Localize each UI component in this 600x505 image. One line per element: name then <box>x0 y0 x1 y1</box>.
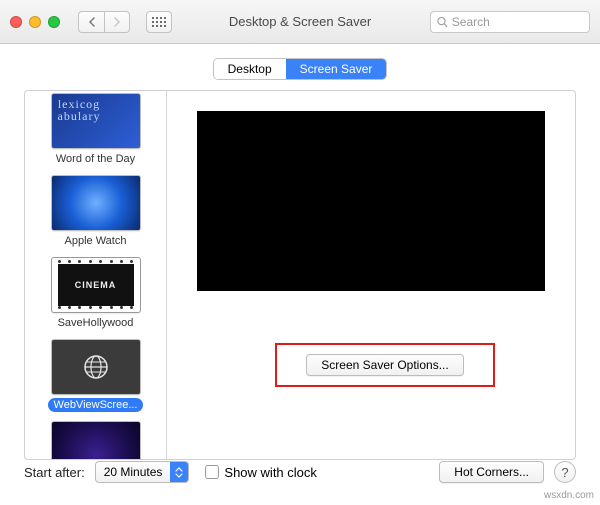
list-item-label: WebViewScree... <box>48 398 144 412</box>
list-item[interactable]: CINEMA SaveHollywood <box>31 257 160 333</box>
start-after-label: Start after: <box>24 465 85 480</box>
tab-bar: Desktop Screen Saver <box>0 44 600 90</box>
highlight-box: Screen Saver Options... <box>275 343 495 387</box>
close-icon[interactable] <box>10 16 22 28</box>
search-input[interactable] <box>452 15 583 29</box>
show-all-button[interactable] <box>146 11 172 33</box>
tab-desktop[interactable]: Desktop <box>214 59 286 79</box>
nav-segment <box>78 11 130 33</box>
thumbnail-random <box>51 421 141 459</box>
hot-corners-button[interactable]: Hot Corners... <box>439 461 544 483</box>
window-controls <box>10 16 60 28</box>
thumbnail-word-of-the-day <box>51 93 141 149</box>
show-with-clock-label: Show with clock <box>224 465 316 480</box>
globe-icon <box>83 354 109 380</box>
chevron-right-icon <box>113 17 121 27</box>
thumbnail-apple-watch <box>51 175 141 231</box>
screensaver-preview <box>197 111 545 291</box>
minimize-icon[interactable] <box>29 16 41 28</box>
screen-saver-options-button[interactable]: Screen Saver Options... <box>306 354 463 376</box>
show-with-clock-checkbox[interactable]: Show with clock <box>205 465 316 480</box>
list-item[interactable]: Apple Watch <box>31 175 160 251</box>
chevron-left-icon <box>88 17 96 27</box>
thumbnail-savehollywood: CINEMA <box>51 257 141 313</box>
start-after-select[interactable]: 20 Minutes <box>95 461 190 483</box>
screensaver-list[interactable]: Word of the Day Apple Watch CINEMA SaveH… <box>25 91 167 459</box>
list-item[interactable]: Word of the Day <box>31 93 160 169</box>
tab-segment: Desktop Screen Saver <box>213 58 388 80</box>
checkbox-box-icon <box>205 465 219 479</box>
list-item[interactable]: WebViewScree... <box>31 339 160 415</box>
help-button[interactable]: ? <box>554 461 576 483</box>
start-after-value: 20 Minutes <box>96 465 171 479</box>
titlebar: Desktop & Screen Saver <box>0 0 600 44</box>
list-item-label: Word of the Day <box>50 152 141 166</box>
cinema-text: CINEMA <box>58 264 134 306</box>
search-field[interactable] <box>430 11 590 33</box>
search-icon <box>437 16 448 28</box>
footer: Start after: 20 Minutes Show with clock … <box>24 461 576 483</box>
forward-button[interactable] <box>104 11 130 33</box>
preview-area: Screen Saver Options... <box>167 91 575 459</box>
list-item-label: SaveHollywood <box>52 316 140 330</box>
tab-screen-saver[interactable]: Screen Saver <box>286 59 387 79</box>
list-item-label: Apple Watch <box>59 234 133 248</box>
grid-icon <box>152 17 166 27</box>
zoom-icon[interactable] <box>48 16 60 28</box>
thumbnail-webview <box>51 339 141 395</box>
back-button[interactable] <box>78 11 104 33</box>
watermark: wsxdn.com <box>544 490 594 501</box>
window-title: Desktop & Screen Saver <box>229 14 371 29</box>
main-panel: Word of the Day Apple Watch CINEMA SaveH… <box>24 90 576 460</box>
list-item[interactable]: Random <box>31 421 160 459</box>
stepper-arrows-icon <box>170 462 188 482</box>
